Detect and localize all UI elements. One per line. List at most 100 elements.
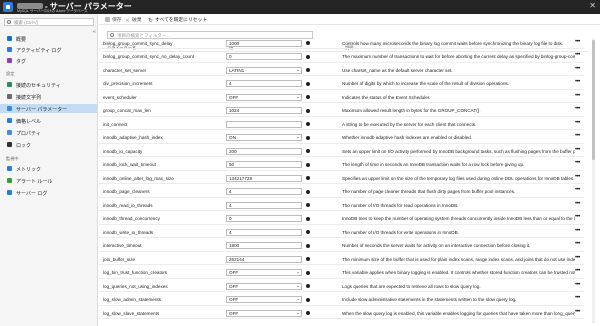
sidebar-item-alert-rules[interactable]: アラート ルール [0, 176, 97, 185]
info-icon[interactable] [306, 41, 310, 45]
info-icon[interactable] [306, 270, 310, 275]
info-icon[interactable] [306, 54, 310, 59]
sidebar-search-input[interactable]: 検索 (Ctrl+/) [4, 18, 94, 26]
info-icon[interactable] [306, 68, 310, 72]
more-options-icon[interactable]: ••• [575, 295, 580, 301]
save-button[interactable]: 保存 [105, 16, 122, 23]
sidebar-item-locks[interactable]: ロック [0, 140, 97, 149]
parameter-name: log_slow_slave_statements [103, 310, 160, 316]
more-options-icon[interactable]: ••• [575, 39, 580, 45]
scrollbar-thumb[interactable] [592, 40, 595, 160]
more-options-icon[interactable]: ••• [575, 79, 580, 85]
sidebar-item-activity-log[interactable]: アクティビティ ログ [0, 45, 97, 54]
parameter-value-input[interactable]: 4 [226, 201, 302, 209]
more-options-icon[interactable]: ••• [575, 255, 580, 261]
parameter-description: Logs queries that are expected to retrie… [342, 283, 481, 289]
parameter-name: innodb_write_io_threads [103, 229, 154, 235]
parameter-value-input[interactable]: 4 [226, 188, 302, 195]
parameter-value-dropdown[interactable]: OFF [226, 269, 302, 276]
parameter-value-input[interactable]: 4 [226, 80, 302, 87]
info-icon[interactable] [306, 176, 310, 180]
vertical-scrollbar[interactable] [592, 38, 595, 323]
parameter-value-input[interactable] [226, 120, 302, 128]
sidebar-item-connection-strings[interactable]: 接続文字列 [0, 92, 97, 101]
parameter-value-input[interactable]: 1800 [226, 242, 302, 249]
parameter-value-dropdown[interactable]: OFF [226, 282, 302, 290]
info-icon[interactable] [306, 311, 310, 315]
more-options-icon[interactable]: ••• [575, 106, 580, 112]
more-options-icon[interactable]: ••• [575, 268, 580, 274]
more-options-icon[interactable]: ••• [575, 66, 580, 72]
more-options-icon[interactable]: ••• [575, 228, 580, 234]
info-icon[interactable] [306, 149, 310, 153]
info-icon[interactable] [306, 284, 310, 288]
info-icon[interactable] [306, 95, 310, 99]
more-options-icon[interactable]: ••• [575, 309, 580, 315]
parameter-value-input[interactable]: 0 [226, 53, 302, 60]
sidebar-item-properties[interactable]: プロパティ [0, 128, 97, 137]
save-icon [105, 17, 110, 22]
info-icon[interactable] [306, 257, 310, 261]
parameter-value-dropdown[interactable]: OFF [226, 309, 302, 317]
close-icon[interactable]: ✕ [589, 2, 596, 10]
parameter-description: The maximum number of transactions to wa… [342, 54, 575, 59]
more-options-icon[interactable]: ••• [575, 214, 580, 220]
parameter-value-input[interactable]: 1000 [226, 39, 302, 47]
sidebar-item-server-parameters[interactable]: サーバー パラメーター [0, 104, 97, 113]
parameter-value-input[interactable]: 50 [226, 161, 302, 168]
main-panel: 保存 ✕ 破棄 ↻ すべてを既定にリセット 項目の検索とフィルター... パラメータ… [99, 14, 600, 326]
more-options-icon[interactable]: ••• [575, 52, 580, 58]
parameter-value-input[interactable]: 0 [226, 215, 302, 222]
gear-icon [7, 106, 12, 111]
parameter-description: When the slow query log is enabled, this… [342, 310, 575, 316]
parameter-name: join_buffer_size [103, 256, 136, 262]
parameter-value-input[interactable]: 200 [226, 147, 302, 155]
sidebar-item-label: メトリック [16, 166, 42, 173]
more-options-icon[interactable]: ••• [575, 241, 580, 247]
sidebar-item-overview[interactable]: 概要 [0, 34, 97, 43]
info-icon[interactable] [306, 203, 310, 207]
parameter-value-dropdown[interactable]: LATIN1 [226, 66, 302, 74]
metrics-icon [7, 166, 12, 171]
parameter-value-input[interactable]: 1024 [226, 107, 302, 114]
parameter-value-dropdown[interactable]: OFF [226, 296, 302, 303]
parameter-value-dropdown[interactable]: OFF [226, 93, 302, 101]
sidebar-item-label: アラート ルール [16, 178, 53, 185]
more-options-icon[interactable]: ••• [575, 147, 580, 153]
info-icon[interactable] [306, 108, 310, 113]
parameter-value-input[interactable]: 134217728 [226, 174, 302, 182]
more-options-icon[interactable]: ••• [575, 174, 580, 180]
sidebar-item-label: 接続のセキュリティ [16, 82, 61, 89]
info-icon[interactable] [306, 122, 310, 126]
info-icon[interactable] [306, 189, 310, 194]
info-icon[interactable] [306, 162, 310, 167]
more-options-icon[interactable]: ••• [575, 93, 580, 99]
info-icon[interactable] [306, 81, 310, 86]
info-icon[interactable] [306, 135, 310, 140]
info-icon[interactable] [306, 243, 310, 248]
sidebar-item-connection-security[interactable]: 接続のセキュリティ [0, 80, 97, 89]
sidebar-item-server-logs[interactable]: サーバー ログ [0, 188, 97, 197]
more-options-icon[interactable]: ••• [575, 160, 580, 166]
info-icon[interactable] [306, 230, 310, 234]
sidebar-item-metrics[interactable]: メトリック [0, 164, 97, 173]
parameter-value-input[interactable]: 262144 [226, 255, 302, 263]
parameter-description: Number of seconds the server waits for a… [342, 243, 531, 248]
more-options-icon[interactable]: ••• [575, 133, 580, 139]
parameter-description: The number of I/O threads for read opera… [342, 202, 459, 208]
more-options-icon[interactable]: ••• [575, 120, 580, 126]
more-options-icon[interactable]: ••• [575, 187, 580, 193]
parameter-value-input[interactable]: 4 [226, 228, 302, 236]
sidebar-item-tags[interactable]: タグ [0, 56, 97, 65]
sidebar-item-pricing-tier[interactable]: 価格レベル [0, 116, 97, 125]
parameter-description: Specifies an upper limit on the size of … [342, 175, 575, 181]
more-options-icon[interactable]: ••• [575, 201, 580, 207]
table-row: innodb_io_capacity 200 Sets an upper limit… [99, 146, 584, 157]
info-icon[interactable] [306, 216, 310, 221]
discard-button[interactable]: ✕ 破棄 [125, 16, 141, 24]
more-options-icon[interactable]: ••• [575, 282, 580, 288]
info-icon[interactable] [306, 297, 310, 302]
parameter-value-dropdown[interactable]: ON [226, 134, 302, 141]
table-row: innodb_thread_concurrency 0 InnoDB tries t… [99, 214, 584, 225]
reset-all-button[interactable]: ↻ すべてを既定にリセット [148, 16, 207, 24]
